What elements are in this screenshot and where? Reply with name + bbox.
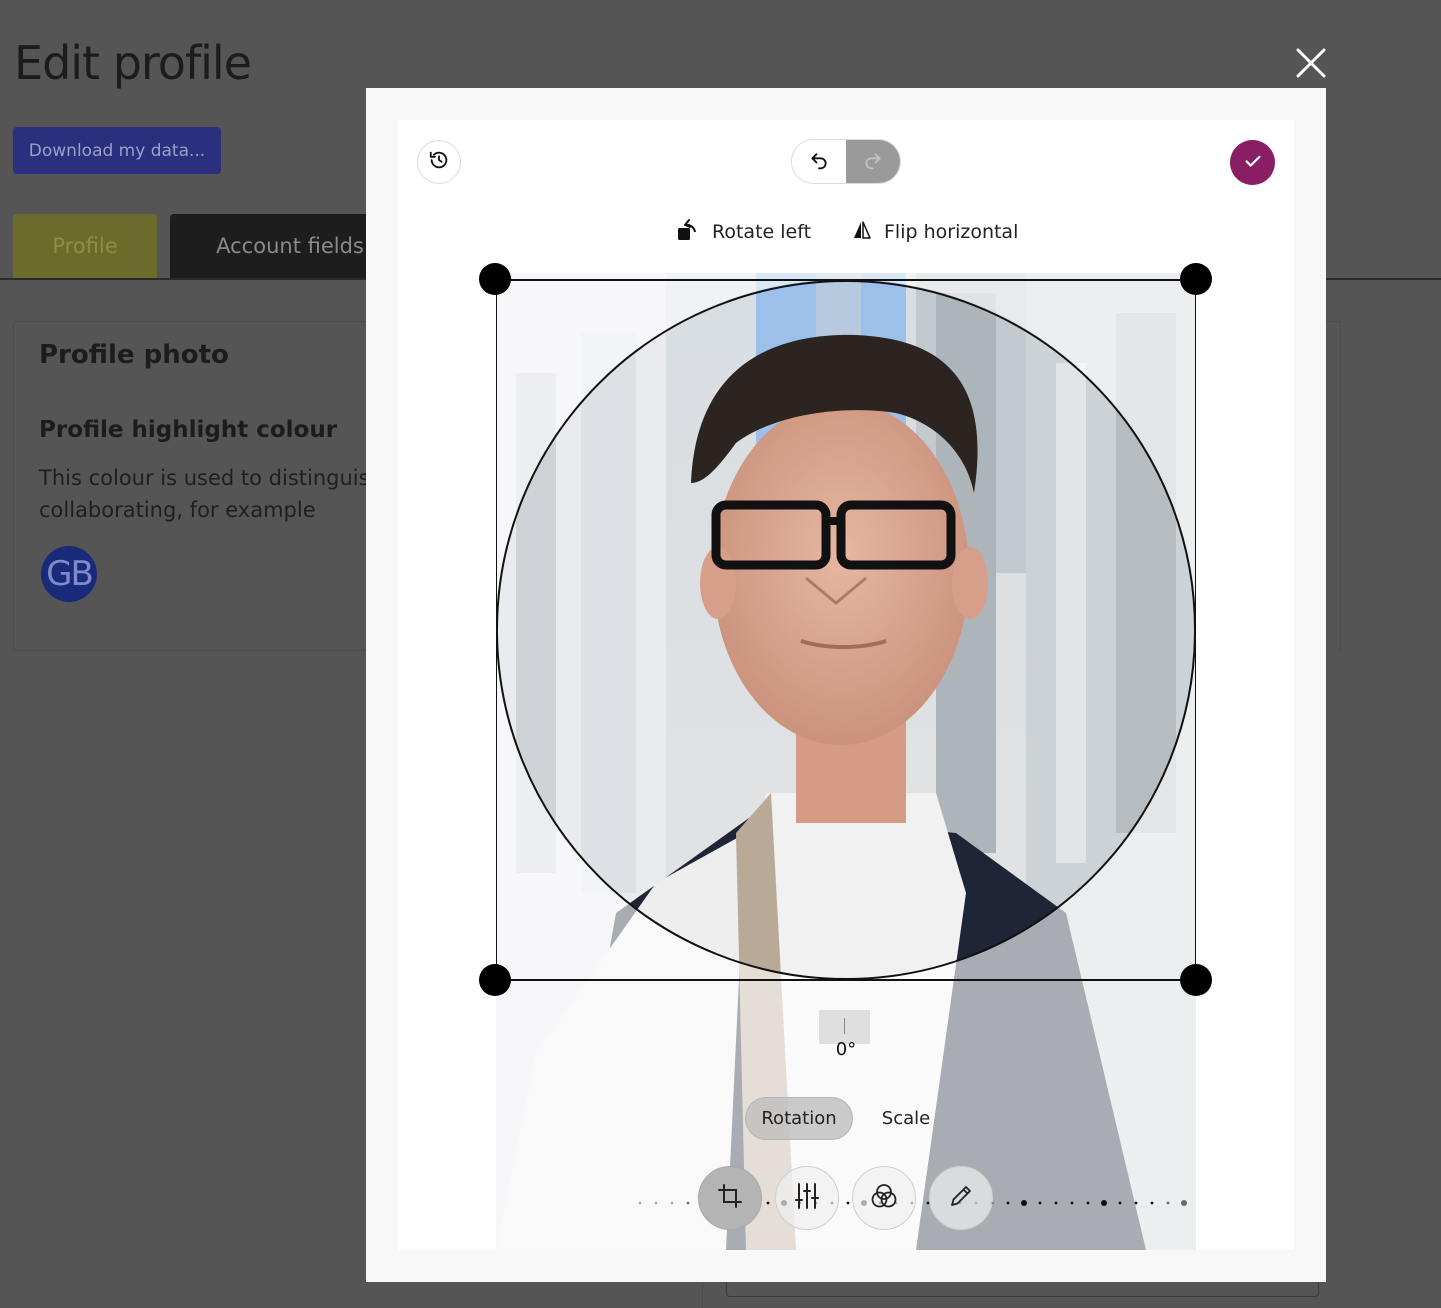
image-editor-modal: Rotate left Flip horizontal 0° Rotation … [366, 88, 1326, 1282]
history-icon [428, 149, 450, 175]
dial-major-tick [1021, 1200, 1027, 1206]
rotate-left-button[interactable]: Rotate left [676, 218, 811, 246]
done-button[interactable] [1230, 140, 1275, 185]
avatar[interactable]: GB [41, 546, 97, 602]
filter-icon [870, 1182, 898, 1214]
undo-redo-group [791, 139, 901, 184]
download-data-button[interactable]: Download my data... [13, 127, 221, 174]
redo-icon [863, 150, 883, 174]
highlight-desc-line-1: This colour is used to distinguish [39, 466, 383, 490]
dial-minor-tick [766, 1201, 770, 1205]
checkmark-icon [1242, 150, 1264, 176]
dial-minor-tick [1150, 1201, 1154, 1205]
form-field-edge [726, 1280, 1319, 1297]
rotation-tab[interactable]: Rotation [745, 1097, 853, 1140]
close-icon[interactable] [1290, 42, 1332, 84]
dial-minor-tick [1166, 1201, 1170, 1205]
profile-photo-heading: Profile photo [39, 340, 229, 370]
dial-minor-tick [1006, 1201, 1010, 1205]
dial-minor-tick [1070, 1201, 1074, 1205]
dial-minor-tick [686, 1201, 690, 1205]
flip-horizontal-label: Flip horizontal [884, 221, 1019, 243]
rotation-value: 0° [835, 1039, 857, 1060]
crop-handle-bottom-left[interactable] [479, 964, 511, 996]
crop-icon [717, 1183, 743, 1213]
tab-profile[interactable]: Profile [13, 214, 157, 278]
dial-minor-tick [1054, 1201, 1058, 1205]
dial-minor-tick [638, 1201, 642, 1205]
crop-handle-bottom-right[interactable] [1180, 964, 1212, 996]
undo-icon [809, 150, 829, 174]
dial-minor-tick [1038, 1201, 1042, 1205]
highlight-desc-line-2: collaborating, for example [39, 498, 316, 522]
crop-handle-top-right[interactable] [1180, 263, 1212, 295]
dial-minor-tick [1134, 1201, 1138, 1205]
profile-card: Profile photo Profile highlight colour T… [13, 321, 413, 651]
highlight-colour-description: This colour is used to distinguish colla… [39, 462, 419, 526]
divider [702, 1282, 703, 1308]
redo-button[interactable] [846, 140, 900, 183]
rotate-left-icon [676, 217, 700, 248]
annotate-icon [948, 1183, 974, 1213]
adjust-icon [794, 1182, 820, 1214]
side-card-edge [1325, 321, 1341, 651]
dial-minor-tick [846, 1201, 850, 1205]
dial-minor-tick [1086, 1201, 1090, 1205]
dial-major-tick [1101, 1200, 1107, 1206]
annotate-tool-button[interactable] [929, 1166, 993, 1230]
adjust-tool-button[interactable] [775, 1166, 839, 1230]
page-title: Edit profile [14, 36, 252, 90]
undo-button[interactable] [792, 140, 846, 183]
crop-circle [496, 280, 1196, 980]
revert-button[interactable] [417, 140, 461, 184]
flip-horizontal-icon [852, 220, 872, 245]
image-editor: Rotate left Flip horizontal 0° Rotation … [398, 120, 1294, 1250]
scale-tab[interactable]: Scale [870, 1097, 942, 1140]
filter-tool-button[interactable] [852, 1166, 916, 1230]
dial-minor-tick [654, 1201, 658, 1205]
crop-tool-button[interactable] [698, 1166, 762, 1230]
crop-handle-top-left[interactable] [479, 263, 511, 295]
highlight-colour-heading: Profile highlight colour [39, 417, 338, 443]
rotate-left-label: Rotate left [712, 221, 812, 243]
dial-major-tick [1181, 1200, 1187, 1206]
dial-minor-tick [1118, 1201, 1122, 1205]
dial-minor-tick [670, 1201, 674, 1205]
flip-horizontal-button[interactable]: Flip horizontal [852, 218, 1018, 246]
